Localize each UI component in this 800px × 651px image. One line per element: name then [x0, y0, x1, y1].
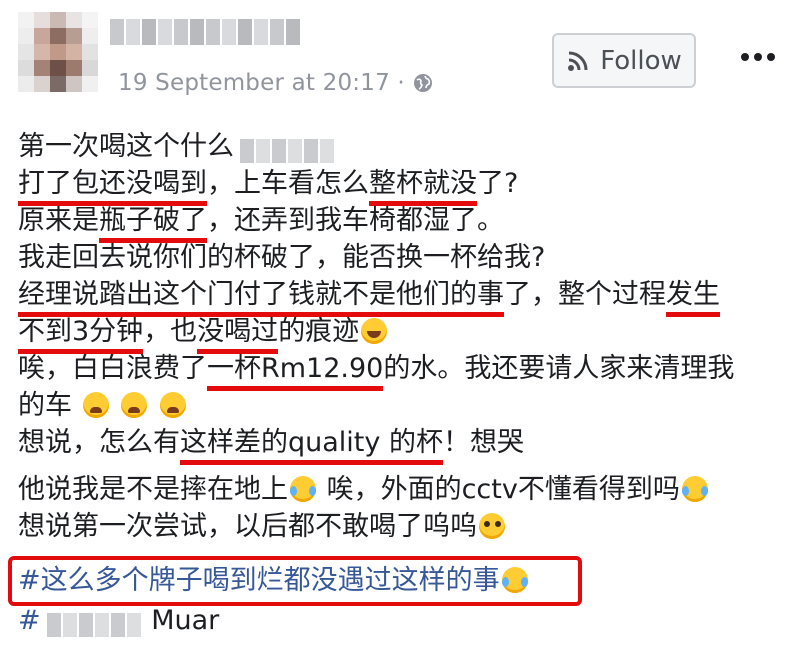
blurred-brand-name	[46, 610, 143, 637]
rolling-laughing-emoji	[290, 476, 316, 502]
tears-of-joy-emoji	[501, 567, 528, 593]
author-name-blurred[interactable]	[110, 18, 310, 46]
weary-emoji	[159, 392, 186, 418]
post-line: 原来是瓶子破了，还弄到我车椅都湿了。	[18, 202, 788, 243]
follow-button[interactable]: Follow	[552, 33, 696, 88]
location-text: Muar	[151, 605, 220, 636]
post-line: 打了包还没喝到，上车看怎么整杯就没了?	[18, 165, 788, 206]
follow-label: Follow	[600, 45, 682, 76]
hashtag-line: #这么多个牌子喝到烂都没遇过这样的事	[18, 562, 530, 599]
location-hashtag-line: # Muar	[18, 602, 219, 639]
hashtag-link[interactable]: #这么多个牌子喝到烂都没遇过这样的事	[18, 565, 500, 596]
timestamp-text[interactable]: 19 September at 20:17 ·	[118, 70, 405, 96]
post-line: 想说，怎么有这样差的quality 的杯！想哭	[18, 424, 788, 465]
globe-icon	[413, 74, 432, 92]
post-line: 唉，白白浪费了一杯Rm12.90的水。我还要请人家来清理我	[18, 350, 788, 391]
post-line: 经理说踏出这个门付了钱就不是他们的事了，整个过程发生	[18, 276, 788, 317]
weary-emoji	[121, 392, 148, 418]
post-line: 我走回去说你们的杯破了，能否换一杯给我?	[18, 242, 546, 273]
avatar[interactable]	[18, 12, 98, 92]
post-timestamp[interactable]: 19 September at 20:17 ·	[118, 70, 433, 96]
weary-emoji	[82, 392, 109, 418]
post-line: 的车	[18, 387, 788, 424]
post-body: 第一次喝这个什么 打了包还没喝到，上车看怎么整杯就没了? 原来是瓶子破了，还弄到…	[18, 128, 788, 545]
post-line: 想说第一次尝试，以后都不敢喝了呜呜	[18, 508, 788, 545]
pleading-face-emoji	[479, 513, 505, 539]
post-line: 不到3分钟，也没喝过的痕迹	[18, 313, 788, 354]
more-icon[interactable]	[738, 42, 778, 72]
post-line: 他说我是不是摔在地上 唉，外面的cctv不懂看得到吗	[18, 471, 788, 508]
post-line: 第一次喝这个什么	[18, 128, 788, 165]
grinning-sweat-emoji	[361, 318, 388, 344]
hashtag-prefix[interactable]: #	[18, 605, 41, 636]
rss-icon	[568, 51, 588, 71]
blurred-brand-name	[240, 136, 336, 163]
tears-of-joy-emoji	[681, 476, 708, 502]
